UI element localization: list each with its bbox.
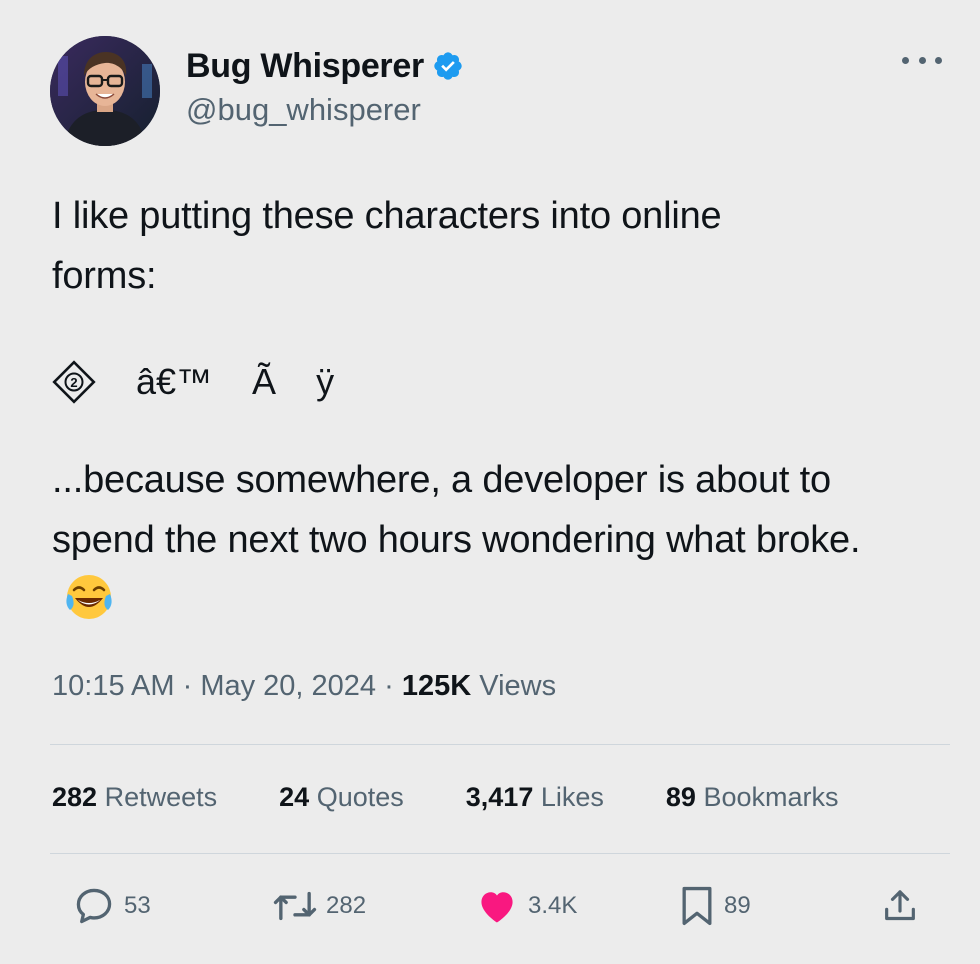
stat-count: 24 [279,782,310,812]
more-options-icon[interactable] [902,50,942,70]
stat-likes[interactable]: 3,417 Likes [466,782,604,813]
svg-text:2: 2 [70,375,77,390]
meta-separator: · [384,670,394,702]
more-dot [935,56,942,64]
retweet-icon [273,891,317,921]
more-dot [918,56,926,64]
tweet-date[interactable]: May 20, 2024 [200,670,376,702]
verified-badge-icon[interactable] [432,50,464,82]
stat-label: Quotes [316,782,404,812]
special-characters-row: 2 â€™ Ã ÿ [52,352,374,412]
divider [50,744,950,745]
stat-label: Bookmarks [703,782,839,812]
heart-icon [481,892,513,923]
replacement-character-diamond-icon: 2 [52,360,96,404]
stat-label: Retweets [104,782,218,812]
reply-icon [76,888,112,924]
tweet-time[interactable]: 10:15 AM [52,670,175,702]
special-character: ÿ [316,361,335,402]
bookmark-count: 89 [724,892,751,919]
handle[interactable]: @bug_whisperer [186,92,464,128]
views-count: 125K [401,670,472,702]
reply-count: 53 [124,892,151,919]
engagement-stats: 282 Retweets 24 Quotes 3,417 Likes 89 Bo… [52,782,839,813]
face-with-tears-of-joy-emoji [66,575,112,619]
retweet-button[interactable]: 282 [272,874,366,938]
retweet-count: 282 [326,892,367,919]
tweet-card: Bug Whisperer @bug_whisperer I like putt… [0,0,980,964]
action-bar: 53 282 3.4K 89 [0,874,980,938]
author-info: Bug Whisperer @bug_whisperer [186,44,464,128]
avatar[interactable] [50,36,160,146]
display-name[interactable]: Bug Whisperer [186,47,424,86]
special-character: Ã [252,361,277,402]
share-button[interactable] [880,874,920,938]
share-icon [885,890,915,921]
bookmark-button[interactable]: 89 [678,874,751,938]
divider [50,853,950,854]
stat-count: 89 [665,782,696,812]
tweet-text-intro: I like putting these characters into onl… [52,195,722,297]
reply-button[interactable]: 53 [72,874,151,938]
punchline-text: ...because somewhere, a developer is abo… [52,459,861,561]
avatar-image [50,36,160,146]
views-label: Views [479,670,557,702]
stat-quotes[interactable]: 24 Quotes [279,782,404,813]
stat-count: 3,417 [465,782,534,812]
display-name-row: Bug Whisperer [186,44,464,88]
tweet-meta: 10:15 AM · May 20, 2024 · 125K Views [52,670,556,703]
tweet-text-punchline: ...because somewhere, a developer is abo… [52,450,872,630]
stat-retweets[interactable]: 282 Retweets [52,782,217,813]
bookmark-icon [682,886,712,926]
stat-label: Likes [540,782,604,812]
more-dot [902,56,909,64]
stat-count: 282 [52,782,98,812]
meta-separator: · [182,670,193,702]
stat-bookmarks[interactable]: 89 Bookmarks [666,782,839,813]
like-count: 3.4K [528,892,578,919]
special-character: â€™ [136,361,213,402]
like-button[interactable]: 3.4K [474,874,577,938]
